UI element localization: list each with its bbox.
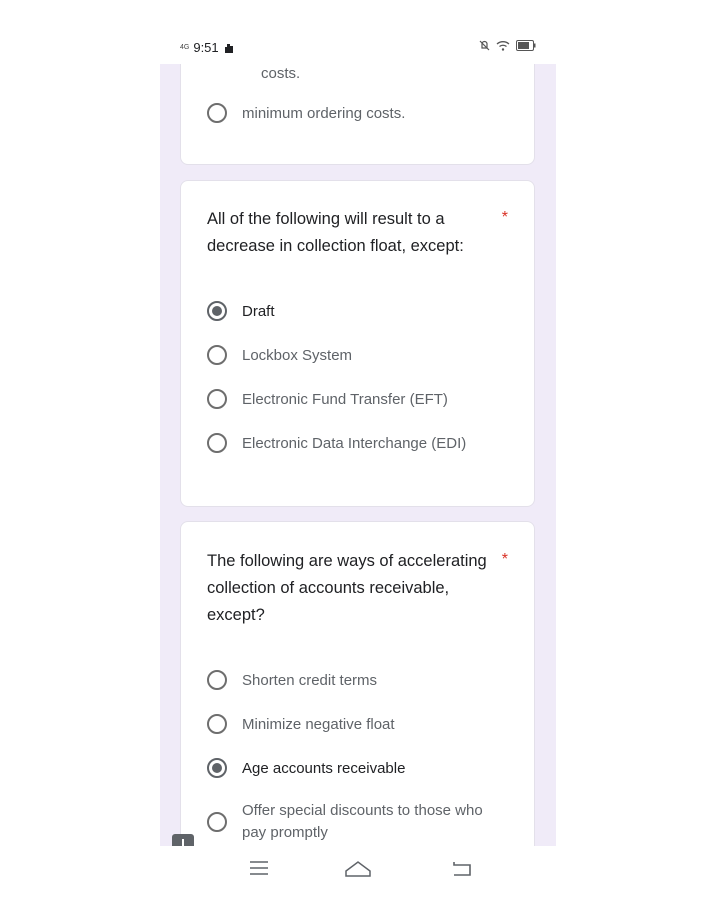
option-label: Lockbox System: [242, 346, 353, 364]
option-offer-special-discounts[interactable]: Offer special discounts to those who pay…: [207, 800, 492, 844]
feedback-icon[interactable]: [172, 834, 194, 846]
battery-icon: [516, 40, 536, 51]
radio-button[interactable]: [207, 812, 227, 832]
option-label: Offer special discounts to those who pay…: [242, 802, 483, 841]
status-right: [479, 40, 536, 51]
radio-button-selected[interactable]: [207, 758, 227, 778]
radio-button[interactable]: [207, 433, 227, 453]
required-asterisk: *: [501, 551, 508, 568]
status-time: 9:51: [193, 40, 219, 55]
form-content[interactable]: costs. minimum ordering costs. All of th…: [160, 64, 556, 846]
option-label: Draft: [242, 302, 275, 320]
radio-button-selected[interactable]: [207, 301, 227, 321]
network-indicator: 4G: [180, 44, 190, 51]
question-card-collection-float: All of the following will result to a de…: [180, 180, 535, 507]
option-shorten-credit-terms[interactable]: Shorten credit terms: [207, 670, 377, 690]
radio-button[interactable]: [207, 389, 227, 409]
feedback-glyph: [182, 839, 184, 846]
question-card-accelerating-collection: The following are ways of accelerating c…: [180, 521, 535, 846]
status-bar: 4G 9:51: [160, 30, 556, 64]
navigation-bar: [160, 846, 556, 890]
radio-button[interactable]: [207, 345, 227, 365]
mute-icon: [479, 40, 490, 51]
home-icon[interactable]: [344, 856, 372, 880]
cut-option-text: costs.: [261, 65, 301, 82]
option-draft[interactable]: Draft: [207, 301, 275, 321]
radio-button[interactable]: [207, 714, 227, 734]
status-left: 4G 9:51: [180, 40, 235, 55]
question-title: The following are ways of accelerating c…: [207, 552, 487, 624]
back-icon[interactable]: [450, 856, 474, 880]
option-label: minimum ordering costs.: [242, 104, 406, 122]
radio-button[interactable]: [207, 670, 227, 690]
phone-screen: 4G 9:51 costs. minimum ordering costs. A…: [160, 30, 556, 890]
menu-icon[interactable]: [247, 856, 271, 880]
previous-question-card: costs. minimum ordering costs.: [180, 64, 535, 165]
required-asterisk: *: [501, 209, 508, 226]
radio-button[interactable]: [207, 103, 227, 123]
wifi-icon: [496, 41, 510, 51]
option-label: Electronic Fund Transfer (EFT): [242, 390, 448, 408]
notification-icon: [224, 43, 233, 53]
option-edi[interactable]: Electronic Data Interchange (EDI): [207, 433, 466, 453]
option-label: Age accounts receivable: [242, 759, 406, 777]
option-label: Electronic Data Interchange (EDI): [242, 434, 467, 452]
option-eft[interactable]: Electronic Fund Transfer (EFT): [207, 389, 448, 409]
option-label: Shorten credit terms: [242, 671, 378, 689]
question-title: All of the following will result to a de…: [207, 210, 464, 255]
option-minimize-negative-float[interactable]: Minimize negative float: [207, 714, 395, 734]
option-age-accounts-receivable[interactable]: Age accounts receivable: [207, 758, 405, 778]
option-lockbox-system[interactable]: Lockbox System: [207, 345, 352, 365]
option-minimum-ordering-costs[interactable]: minimum ordering costs.: [207, 103, 405, 123]
option-label: Minimize negative float: [242, 715, 395, 733]
